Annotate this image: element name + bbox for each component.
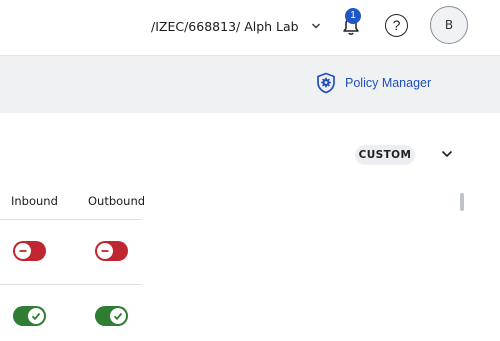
user-avatar[interactable]: B <box>430 6 468 44</box>
check-icon <box>110 308 126 324</box>
shield-gear-icon <box>317 72 335 94</box>
toggle-inbound-row-2[interactable] <box>13 306 46 326</box>
org-switcher[interactable]: /IZEC/668813/ Alph Lab <box>151 16 321 36</box>
custom-badge: CUSTOM <box>355 145 415 165</box>
chevron-down-icon[interactable] <box>440 148 454 160</box>
chevron-down-icon <box>311 23 320 29</box>
question-icon: ? <box>392 17 401 33</box>
column-header-outbound: Outbound <box>88 194 146 208</box>
notifications-button[interactable]: 1 <box>338 8 364 38</box>
page-subheader: Policy Manager <box>0 55 500 113</box>
scrollbar-thumb[interactable] <box>460 193 464 211</box>
table-divider <box>0 284 142 285</box>
table-divider <box>0 219 142 220</box>
toggle-inbound-row-1[interactable] <box>13 241 46 261</box>
column-header-inbound: Inbound <box>11 194 58 208</box>
check-icon <box>28 308 44 324</box>
policy-manager-label: Policy Manager <box>345 76 432 90</box>
notification-count-badge: 1 <box>345 8 361 24</box>
policy-manager-link[interactable]: Policy Manager <box>316 72 431 94</box>
top-bar: /IZEC/668813/ Alph Lab 1 ? B <box>0 0 500 55</box>
help-button[interactable]: ? <box>385 14 408 37</box>
avatar-initial: B <box>444 18 454 32</box>
toggle-outbound-row-1[interactable] <box>95 241 128 261</box>
org-path-label: /IZEC/668813/ Alph Lab <box>151 18 299 34</box>
minus-icon <box>15 243 31 259</box>
minus-icon <box>97 243 113 259</box>
toggle-outbound-row-2[interactable] <box>95 306 128 326</box>
